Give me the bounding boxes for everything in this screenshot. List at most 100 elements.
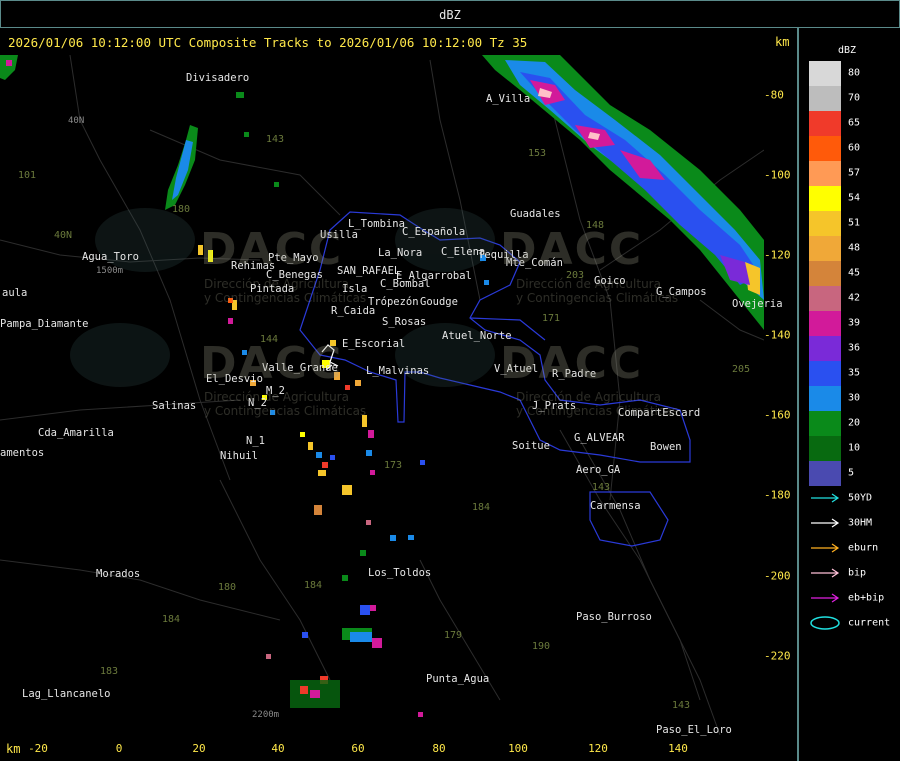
scale-label: 36 [848, 342, 861, 354]
place-label: Aero_GA [576, 464, 621, 476]
place-label: Los_Toldos [368, 567, 432, 579]
scale-label: 51 [848, 217, 861, 229]
place-label: N_1 [246, 435, 265, 447]
place-label: Paso_El_Loro [656, 724, 732, 736]
x-axis-tick: 80 [432, 742, 446, 755]
scale-swatch [809, 236, 841, 261]
scale-label: 45 [848, 267, 861, 279]
scale-swatch [809, 211, 841, 236]
track-arrow-icon [811, 568, 840, 578]
route-number: 101 [18, 170, 37, 181]
scale-label: 39 [848, 317, 861, 329]
scale-swatch [809, 61, 841, 86]
place-label: Ovejeria [732, 298, 783, 310]
track-arrow-icon [811, 518, 840, 528]
route-number: 143 [672, 700, 691, 711]
place-label: 40N [68, 116, 85, 126]
watermark-logo-text: DACC [500, 224, 644, 275]
place-label: La_Nora [378, 247, 423, 259]
x-axis-unit: km [6, 742, 21, 756]
scale-swatch [809, 186, 841, 211]
scale-label: 42 [848, 292, 861, 304]
place-label: Carmensa [590, 500, 641, 512]
scale-label: 5 [848, 467, 855, 479]
place-label: L_Malvinas [366, 365, 430, 377]
watermark-subtitle: y Contingencias Climáticas [516, 404, 679, 418]
y-axis-unit: km [775, 35, 790, 49]
route-number: 180 [172, 204, 191, 215]
x-axis-tick: 40 [271, 742, 285, 755]
route-number: 184 [472, 502, 491, 513]
scale-label: 54 [848, 192, 861, 204]
place-label: Salinas [152, 400, 197, 412]
place-label: R_Caida [331, 305, 376, 317]
scale-label: 80 [848, 67, 861, 79]
place-label: Pampa_Diamante [0, 318, 89, 330]
x-axis-tick: 100 [508, 742, 528, 755]
scale-swatch [809, 311, 841, 336]
x-axis-tick: 20 [192, 742, 206, 755]
window-title-bar: dBZ [0, 0, 900, 28]
route-number: 190 [532, 641, 551, 652]
window-title: dBZ [439, 8, 461, 22]
track-arrow-icon [811, 493, 840, 503]
current-ellipse-icon [810, 616, 840, 630]
track-label: 50YD [848, 492, 873, 504]
place-label: S_Rosas [382, 316, 427, 328]
scale-swatch [809, 136, 841, 161]
x-axis-tick: 60 [351, 742, 365, 755]
place-label: 2200m [252, 710, 280, 720]
place-label: Divisadero [186, 72, 250, 84]
scale-swatch [809, 86, 841, 111]
y-axis-tick: -80 [764, 88, 784, 102]
y-axis-tick: -160 [764, 408, 791, 422]
watermark-logo-text: DACC [500, 338, 644, 389]
watermark-logo-text: DACC [200, 224, 344, 275]
x-axis-tick: 120 [588, 742, 608, 755]
track-label: eburn [848, 542, 879, 554]
watermark-logo-text: DACC [200, 338, 344, 389]
track-label: current [848, 617, 891, 629]
route-number: 153 [528, 148, 547, 159]
scale-label: 60 [848, 142, 861, 154]
place-label: L_Tombina [348, 218, 405, 230]
x-axis-tick: 0 [115, 742, 123, 755]
track-label: eb+bip [848, 592, 885, 604]
watermark-subtitle: Dirección de Agricultura [204, 277, 349, 291]
legend-title: dBZ [838, 45, 857, 56]
place-label: Lag_Llancanelo [22, 688, 111, 700]
storm-line-northwest [0, 55, 198, 210]
place-label: Agua_Toro [82, 251, 139, 263]
place-label: amentos [0, 447, 45, 459]
scale-label: 20 [848, 417, 861, 429]
route-number: 143 [592, 482, 611, 493]
y-axis-tick: -220 [764, 649, 791, 663]
place-label: Soitue [512, 440, 550, 452]
place-label: Goudge [420, 296, 458, 308]
y-axis-tick: -180 [764, 488, 791, 502]
place-label: Morados [96, 568, 141, 580]
x-axis-tick: 140 [668, 742, 688, 755]
watermark-subtitle: Dirección de Agricultura [516, 390, 661, 404]
y-axis-tick: -200 [764, 569, 791, 583]
scale-swatch [809, 286, 841, 311]
scale-label: 70 [848, 92, 861, 104]
route-number: 171 [542, 313, 561, 324]
place-label: C_Bombal [380, 278, 431, 290]
watermark-subtitle: Dirección de Agricultura [204, 390, 349, 404]
y-axis-tick: -120 [764, 248, 791, 262]
place-label: E_Escorial [342, 338, 406, 350]
x-axis-tick: -20 [28, 742, 48, 755]
scale-label: 10 [848, 442, 861, 454]
route-number: 173 [384, 460, 403, 471]
scale-swatch [809, 386, 841, 411]
route-number: 184 [162, 614, 181, 625]
place-label: Paso_Burroso [576, 611, 652, 623]
place-label: aula [2, 287, 28, 299]
timestamp-header: 2026/01/06 10:12:00 UTC Composite Tracks… [8, 35, 528, 50]
place-label: SAN_RAFAEL [337, 265, 401, 277]
scale-swatch [809, 111, 841, 136]
scale-label: 30 [848, 392, 861, 404]
scale-label: 48 [848, 242, 861, 254]
scale-label: 35 [848, 367, 861, 379]
